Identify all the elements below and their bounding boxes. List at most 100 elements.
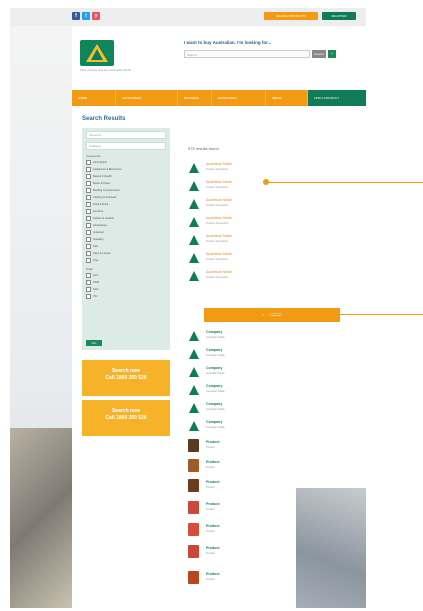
category-checkbox[interactable]: Food & Drink bbox=[86, 201, 166, 207]
result-title[interactable]: Australian Made bbox=[206, 252, 232, 256]
promo-line-1: Search now bbox=[111, 368, 141, 374]
result-item[interactable]: Australian Made Product description bbox=[188, 214, 358, 232]
company-result[interactable]: Company Australian Made bbox=[188, 346, 358, 364]
product-thumbnail[interactable] bbox=[188, 501, 199, 514]
category-checkbox[interactable]: Appliances & Electronics bbox=[86, 166, 166, 172]
category-checkbox[interactable]: Pets bbox=[86, 243, 166, 249]
nav-media[interactable]: MEDIA bbox=[266, 90, 308, 106]
browser-frame: f t y SEARCH PRODUCTS REGISTER Find, cho… bbox=[10, 8, 366, 608]
result-title[interactable]: Australian Made bbox=[206, 162, 232, 166]
product-result[interactable]: Product Product bbox=[188, 544, 358, 562]
nav-exporters[interactable]: EXPORTERS bbox=[212, 90, 266, 106]
keyword-field[interactable]: Keyword bbox=[86, 131, 166, 139]
promo-banner[interactable]: Search now Call 1800 350 520 bbox=[82, 400, 170, 436]
top-bar: f t y SEARCH PRODUCTS REGISTER bbox=[10, 8, 366, 26]
category-checkbox[interactable]: Homewares bbox=[86, 222, 166, 228]
category-checkbox[interactable]: Furniture bbox=[86, 208, 166, 214]
result-title[interactable]: Company bbox=[206, 330, 222, 334]
product-thumbnail[interactable] bbox=[188, 545, 199, 558]
product-thumbnail[interactable] bbox=[188, 459, 199, 472]
result-title[interactable]: Australian Made bbox=[206, 216, 232, 220]
state-checkbox[interactable]: NSW bbox=[86, 279, 166, 285]
state-checkbox[interactable]: ACT bbox=[86, 272, 166, 278]
search-go-icon[interactable]: › bbox=[328, 50, 336, 58]
youtube-icon[interactable]: y bbox=[92, 12, 100, 20]
category-checkbox[interactable]: Jewellery bbox=[86, 236, 166, 242]
result-title[interactable]: Product bbox=[206, 524, 220, 528]
result-subtitle: Australian Made bbox=[206, 372, 225, 375]
product-thumbnail[interactable] bbox=[188, 523, 199, 536]
result-title[interactable]: Product bbox=[206, 460, 220, 464]
category-field[interactable]: Category bbox=[86, 142, 166, 150]
category-checkbox[interactable]: Industrial bbox=[86, 229, 166, 235]
category-checkbox[interactable]: Sport & Leisure bbox=[86, 250, 166, 256]
category-checkbox[interactable]: All Products bbox=[86, 159, 166, 165]
category-checkbox[interactable]: Beauty & Health bbox=[86, 173, 166, 179]
result-subtitle: Australian Made bbox=[206, 336, 225, 339]
result-title[interactable]: Product bbox=[206, 546, 220, 550]
search-products-button[interactable]: SEARCH PRODUCTS bbox=[264, 12, 318, 20]
product-result[interactable]: Product Product bbox=[188, 500, 358, 518]
company-result[interactable]: Company Australian Made bbox=[188, 382, 358, 400]
result-title[interactable]: Product bbox=[206, 572, 220, 576]
result-subtitle: Product description bbox=[206, 276, 229, 279]
product-result[interactable]: Product Product bbox=[188, 570, 358, 588]
result-title[interactable]: Company bbox=[206, 366, 222, 370]
result-subtitle: Product bbox=[206, 466, 215, 469]
result-item[interactable]: Australian Made Product description bbox=[188, 250, 358, 268]
filter-go-button[interactable]: GO bbox=[86, 340, 102, 346]
register-button[interactable]: REGISTER bbox=[322, 12, 356, 20]
category-checkbox[interactable]: Clothing & Footwear bbox=[86, 194, 166, 200]
result-item[interactable]: Australian Made Product description bbox=[188, 178, 358, 196]
see-more-banner[interactable]: SEE MORE bbox=[204, 308, 340, 322]
result-title[interactable]: Product bbox=[206, 502, 220, 506]
result-title[interactable]: Company bbox=[206, 384, 222, 388]
triangle-icon bbox=[188, 198, 200, 210]
company-result[interactable]: Company Australian Made bbox=[188, 328, 358, 346]
company-result[interactable]: Company Australian Made bbox=[188, 418, 358, 436]
category-checkbox[interactable]: Building & Construction bbox=[86, 187, 166, 193]
result-title[interactable]: Australian Made bbox=[206, 234, 232, 238]
result-item[interactable]: Australian Made Product description bbox=[188, 268, 358, 286]
result-item[interactable]: Australian Made Product description bbox=[188, 160, 358, 178]
search-button[interactable]: Search bbox=[312, 50, 326, 58]
product-result[interactable]: Product Product bbox=[188, 522, 358, 540]
twitter-icon[interactable]: t bbox=[82, 12, 90, 20]
callout-line bbox=[266, 314, 423, 315]
result-item[interactable]: Australian Made Product description bbox=[188, 232, 358, 250]
result-title[interactable]: Company bbox=[206, 348, 222, 352]
result-subtitle: Product description bbox=[206, 222, 229, 225]
category-checkbox[interactable]: Garden & Outdoor bbox=[86, 215, 166, 221]
triangle-icon bbox=[188, 366, 200, 378]
product-thumbnail[interactable] bbox=[188, 439, 199, 452]
product-result[interactable]: Product Product bbox=[188, 438, 358, 456]
result-title[interactable]: Australian Made bbox=[206, 198, 232, 202]
result-title[interactable]: Australian Made bbox=[206, 180, 232, 184]
promo-line-2: Call 1800 350 520 bbox=[105, 415, 147, 421]
facebook-icon[interactable]: f bbox=[72, 12, 80, 20]
result-title[interactable]: Company bbox=[206, 402, 222, 406]
result-title[interactable]: Australian Made bbox=[206, 270, 232, 274]
product-thumbnail[interactable] bbox=[188, 479, 199, 492]
nav-consumers[interactable]: CONSUMERS bbox=[116, 90, 178, 106]
product-thumbnail[interactable] bbox=[188, 571, 199, 584]
category-checkbox[interactable]: Books & Paper bbox=[86, 180, 166, 186]
product-result[interactable]: Product Product bbox=[188, 478, 358, 496]
nav-home[interactable]: HOME bbox=[72, 90, 116, 106]
result-title[interactable]: Product bbox=[206, 440, 220, 444]
result-item[interactable]: Australian Made Product description bbox=[188, 196, 358, 214]
product-result[interactable]: Product Product bbox=[188, 458, 358, 476]
company-result[interactable]: Company Australian Made bbox=[188, 400, 358, 418]
result-subtitle: Product bbox=[206, 446, 215, 449]
promo-banner[interactable]: Search now Call 1800 350 520 bbox=[82, 360, 170, 396]
result-title[interactable]: Product bbox=[206, 480, 220, 484]
company-result[interactable]: Company Australian Made bbox=[188, 364, 358, 382]
state-checkbox[interactable]: QLD bbox=[86, 286, 166, 292]
search-input[interactable]: Search bbox=[184, 50, 310, 58]
nav-find-a-product[interactable]: FIND A PRODUCT bbox=[308, 90, 366, 106]
nav-business[interactable]: BUSINESS bbox=[178, 90, 212, 106]
result-title[interactable]: Company bbox=[206, 420, 222, 424]
kangaroo-logo-icon[interactable] bbox=[80, 40, 114, 66]
category-checkbox[interactable]: Toys bbox=[86, 257, 166, 263]
state-checkbox[interactable]: VIC bbox=[86, 293, 166, 299]
